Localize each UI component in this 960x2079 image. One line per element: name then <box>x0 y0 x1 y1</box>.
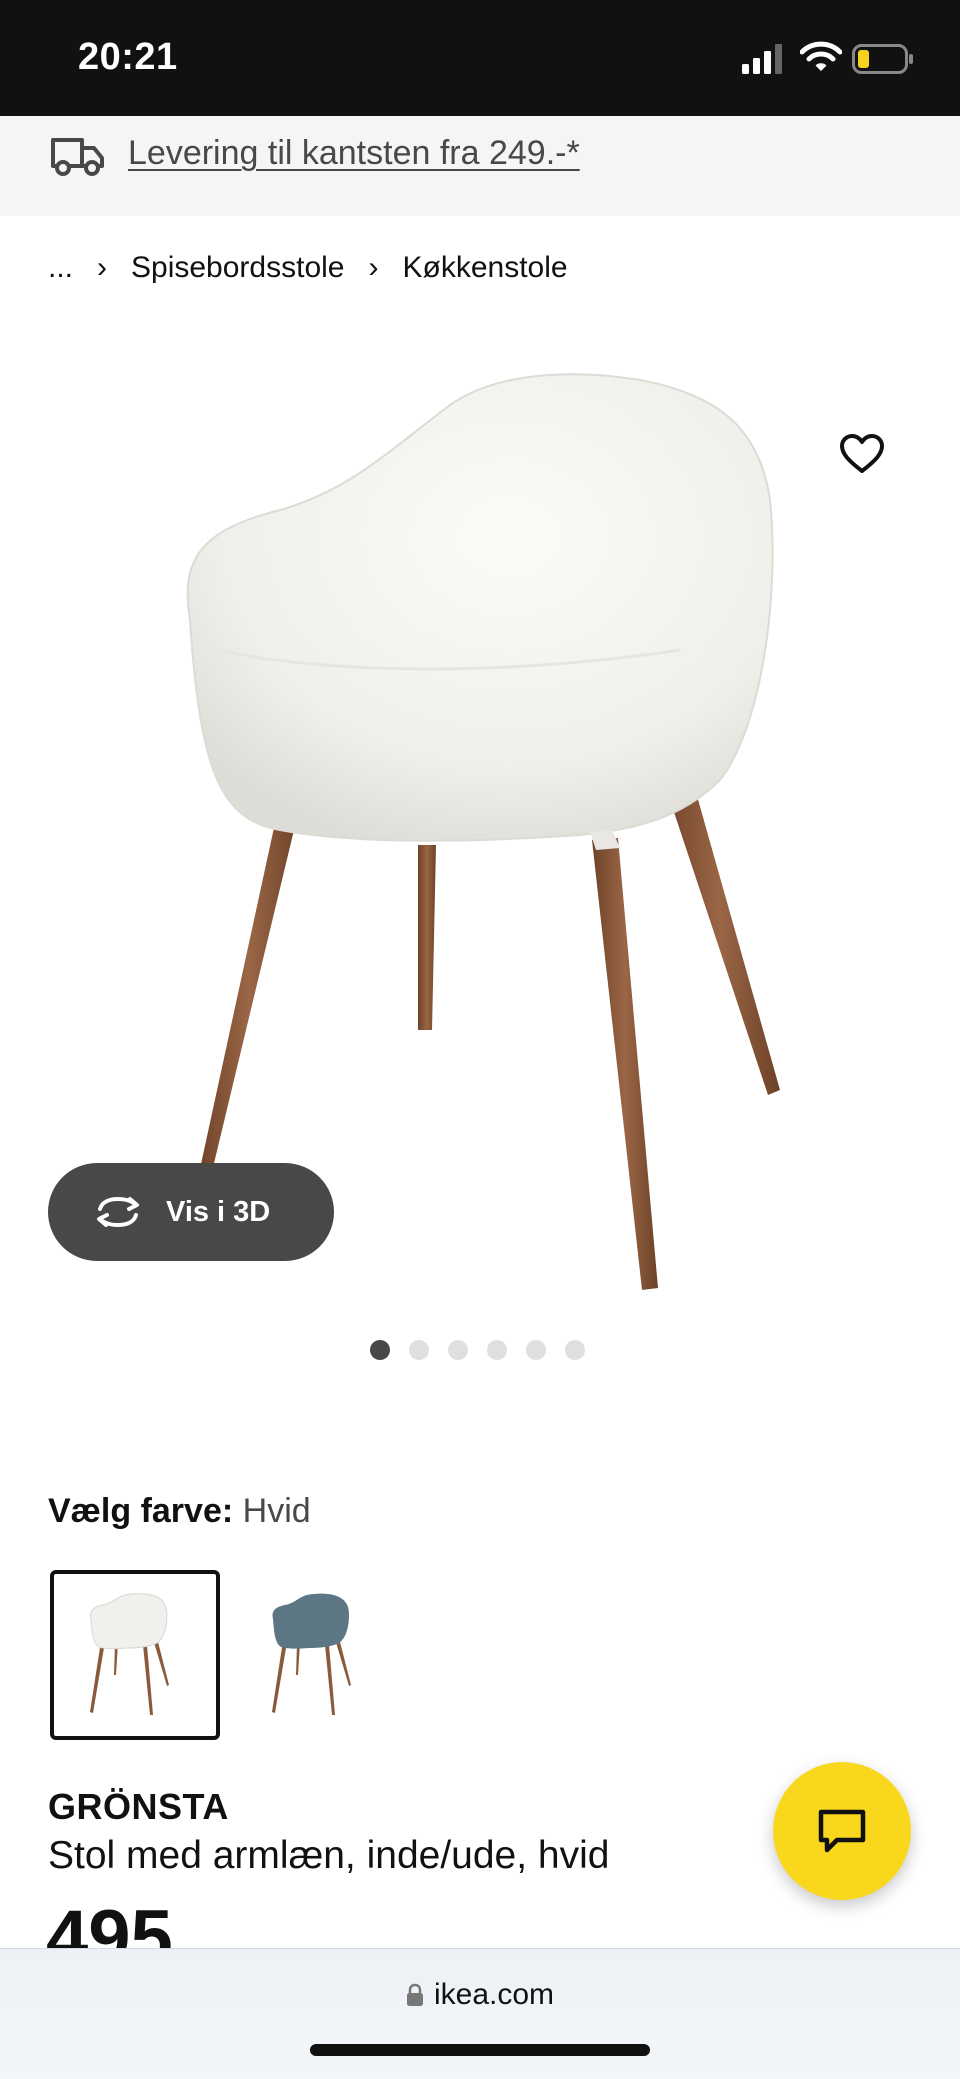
wifi-icon <box>800 41 842 71</box>
carousel-dots <box>370 1340 604 1360</box>
color-label: Vælg farve: Hvid <box>48 1492 311 1531</box>
home-indicator <box>310 2044 650 2056</box>
breadcrumb-ellipsis[interactable]: ... <box>48 251 73 285</box>
carousel-dot[interactable] <box>409 1340 429 1360</box>
product-description: Stol med armlæn, inde/ude, hvid <box>48 1834 610 1877</box>
view-3d-label: Vis i 3D <box>166 1195 271 1228</box>
carousel-dot[interactable] <box>448 1340 468 1360</box>
chat-bubble-icon <box>818 1809 866 1853</box>
color-variant-blue[interactable] <box>232 1570 402 1740</box>
chat-button[interactable] <box>773 1762 911 1900</box>
carousel-dot[interactable] <box>370 1340 390 1360</box>
breadcrumb-item-spisebordsstole[interactable]: Spisebordsstole <box>131 251 344 285</box>
truck-icon <box>51 138 104 176</box>
chevron-right-icon: › <box>97 251 108 284</box>
browser-bottom-bar <box>0 1948 960 2079</box>
carousel-dot[interactable] <box>526 1340 546 1360</box>
rotate-3d-icon <box>97 1196 139 1228</box>
view-3d-button[interactable]: Vis i 3D <box>48 1163 334 1261</box>
carousel-dot[interactable] <box>565 1340 585 1360</box>
heart-icon <box>840 434 884 473</box>
chair-thumbnail <box>272 1593 351 1715</box>
address-bar[interactable]: ikea.com <box>0 1978 960 2012</box>
color-label-title: Vælg farve: <box>48 1492 234 1530</box>
status-time: 20:21 <box>78 36 178 78</box>
signal-icon <box>742 44 782 74</box>
breadcrumb: ... › Spisebordsstole › Køkkenstole <box>48 246 568 290</box>
carousel-dot[interactable] <box>487 1340 507 1360</box>
delivery-link[interactable]: Levering til kantsten fra 249.-* <box>128 134 580 173</box>
chair-thumbnail <box>90 1593 169 1715</box>
lock-icon <box>406 1983 423 2006</box>
color-label-value: Hvid <box>242 1492 311 1530</box>
color-variant-white[interactable] <box>50 1570 220 1740</box>
product-name: GRÖNSTA <box>48 1786 229 1827</box>
battery-icon <box>852 44 913 74</box>
url-text: ikea.com <box>433 1978 555 2011</box>
chevron-right-icon: › <box>368 251 379 284</box>
breadcrumb-item-kokkenstole[interactable]: Køkkenstole <box>402 251 567 285</box>
favorite-button[interactable] <box>826 418 898 490</box>
